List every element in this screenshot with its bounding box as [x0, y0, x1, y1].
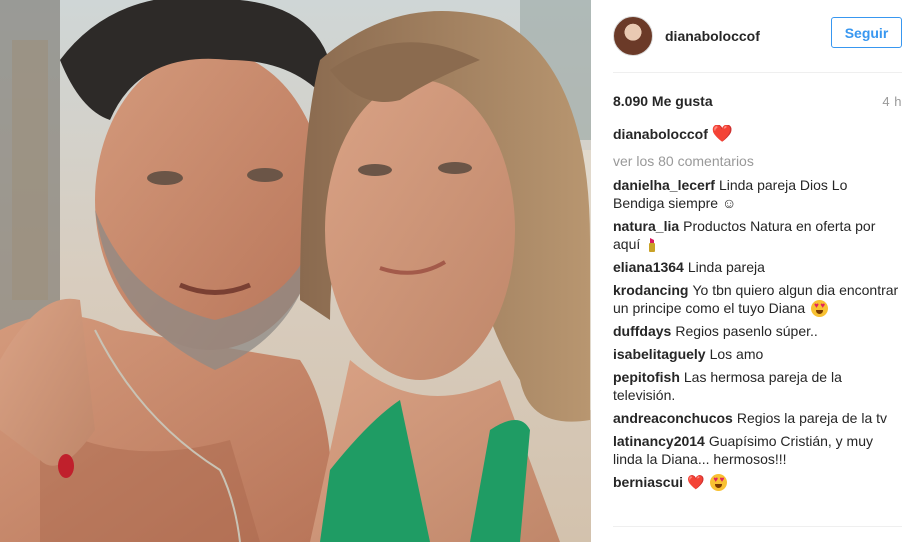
post-side-panel: dianaboloccof Seguir 8.090 Me gusta 4 h … [591, 0, 923, 542]
likes-row: 8.090 Me gusta 4 h [613, 92, 902, 110]
list-item: berniascui ❤️ [613, 473, 902, 491]
list-item: latinancy2014 Guapísimo Cristián, y muy l… [613, 432, 902, 468]
caption: dianaboloccof ❤️ [613, 125, 902, 143]
heart-eyes-emoji-icon [710, 474, 728, 491]
comment-text: Los amo [709, 346, 764, 362]
comment-username[interactable]: berniascui [613, 474, 683, 490]
comment-text: Linda pareja [687, 259, 765, 275]
list-item: andreaconchucos Regios la pareja de la tv [613, 409, 902, 427]
post-photo[interactable] [0, 0, 591, 542]
heart-icon: ❤️ [711, 125, 734, 143]
comment-username[interactable]: eliana1364 [613, 259, 684, 275]
list-item: danielha_lecerf Linda pareja Dios Lo Bend… [613, 176, 902, 212]
list-item: isabelitaguely Los amo [613, 345, 902, 363]
comment-username[interactable]: andreaconchucos [613, 410, 733, 426]
comment-text: Regios pasenlo súper.. [675, 323, 818, 339]
comment-username[interactable]: danielha_lecerf [613, 177, 715, 193]
heart-eyes-emoji-icon [811, 300, 829, 317]
list-item: natura_lia Productos Natura en oferta por… [613, 217, 902, 253]
heart-icon: ❤️ [687, 474, 705, 490]
comments-list: dianaboloccof ❤️ ver los 80 comentarios … [613, 125, 902, 526]
selfie-image [0, 0, 591, 542]
comment-username[interactable]: latinancy2014 [613, 433, 705, 449]
comment-text: Regios la pareja de la tv [736, 410, 888, 426]
footer-divider [613, 526, 902, 527]
post-time[interactable]: 4 h [882, 94, 902, 109]
follow-button[interactable]: Seguir [831, 17, 902, 48]
header-divider [613, 72, 902, 73]
avatar[interactable] [613, 16, 653, 56]
list-item: pepitofish Las hermosa pareja de la telev… [613, 368, 902, 404]
comment-username[interactable]: pepitofish [613, 369, 680, 385]
list-item: duffdays Regios pasenlo súper.. [613, 322, 902, 340]
view-all-comments-link[interactable]: ver los 80 comentarios [613, 152, 902, 170]
lipstick-icon [649, 238, 656, 252]
comment-username[interactable]: duffdays [613, 323, 671, 339]
likes-count[interactable]: 8.090 Me gusta [613, 93, 713, 109]
comment-username[interactable]: krodancing [613, 282, 688, 298]
comment-username[interactable]: natura_lia [613, 218, 679, 234]
list-item: krodancing Yo tbn quiero algun dia encont… [613, 281, 902, 317]
comment-username[interactable]: isabelitaguely [613, 346, 706, 362]
header-username[interactable]: dianaboloccof [665, 28, 760, 44]
caption-username[interactable]: dianaboloccof [613, 125, 708, 143]
list-item: eliana1364 Linda pareja [613, 258, 902, 276]
instagram-post-modal: dianaboloccof Seguir 8.090 Me gusta 4 h … [0, 0, 923, 542]
